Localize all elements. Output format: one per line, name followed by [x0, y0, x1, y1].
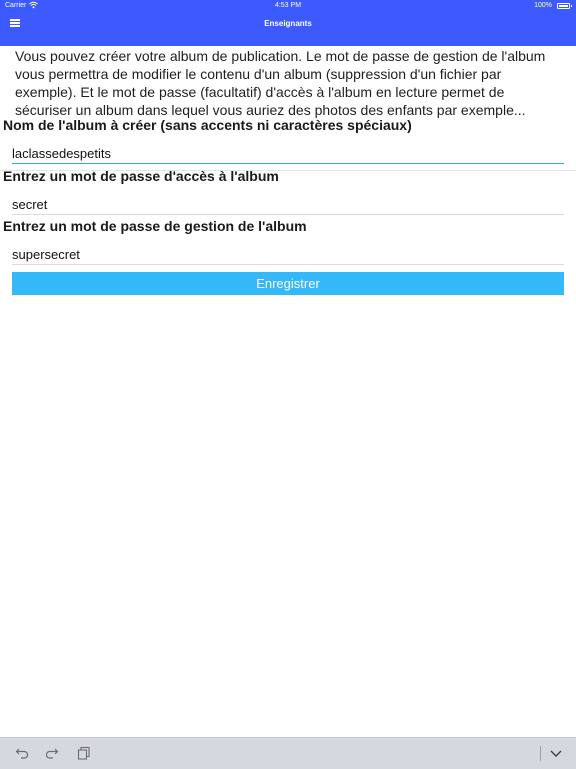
- manage-password-label: Entrez un mot de passe de gestion de l'a…: [3, 218, 307, 234]
- read-password-label: Entrez un mot de passe d'accès à l'album: [3, 168, 279, 184]
- keyboard-shortcut-bar: [0, 737, 576, 769]
- album-name-input[interactable]: [12, 143, 564, 164]
- manage-password-input[interactable]: [12, 244, 564, 265]
- paste-icon[interactable]: [77, 746, 91, 765]
- undo-icon[interactable]: [15, 746, 29, 765]
- battery-icon: [557, 3, 572, 9]
- album-name-label: Nom de l'album à créer (sans accents ni …: [3, 117, 412, 133]
- save-button[interactable]: Enregistrer: [12, 272, 564, 295]
- battery-percent: 100%: [534, 2, 552, 9]
- intro-text: Vous pouvez créer votre album de publica…: [15, 48, 546, 118]
- status-bar: Carrier 4:53 PM 100%: [0, 0, 576, 12]
- keyboard-bar-divider: [540, 746, 541, 761]
- status-time: 4:53 PM: [274, 2, 302, 9]
- page-title: Enseignants: [264, 19, 312, 28]
- redo-icon[interactable]: [45, 746, 59, 765]
- read-password-input[interactable]: [12, 194, 564, 215]
- dismiss-keyboard-icon[interactable]: [549, 746, 563, 765]
- navigation-bar: Carrier 4:53 PM 100% Enseignants: [0, 0, 576, 46]
